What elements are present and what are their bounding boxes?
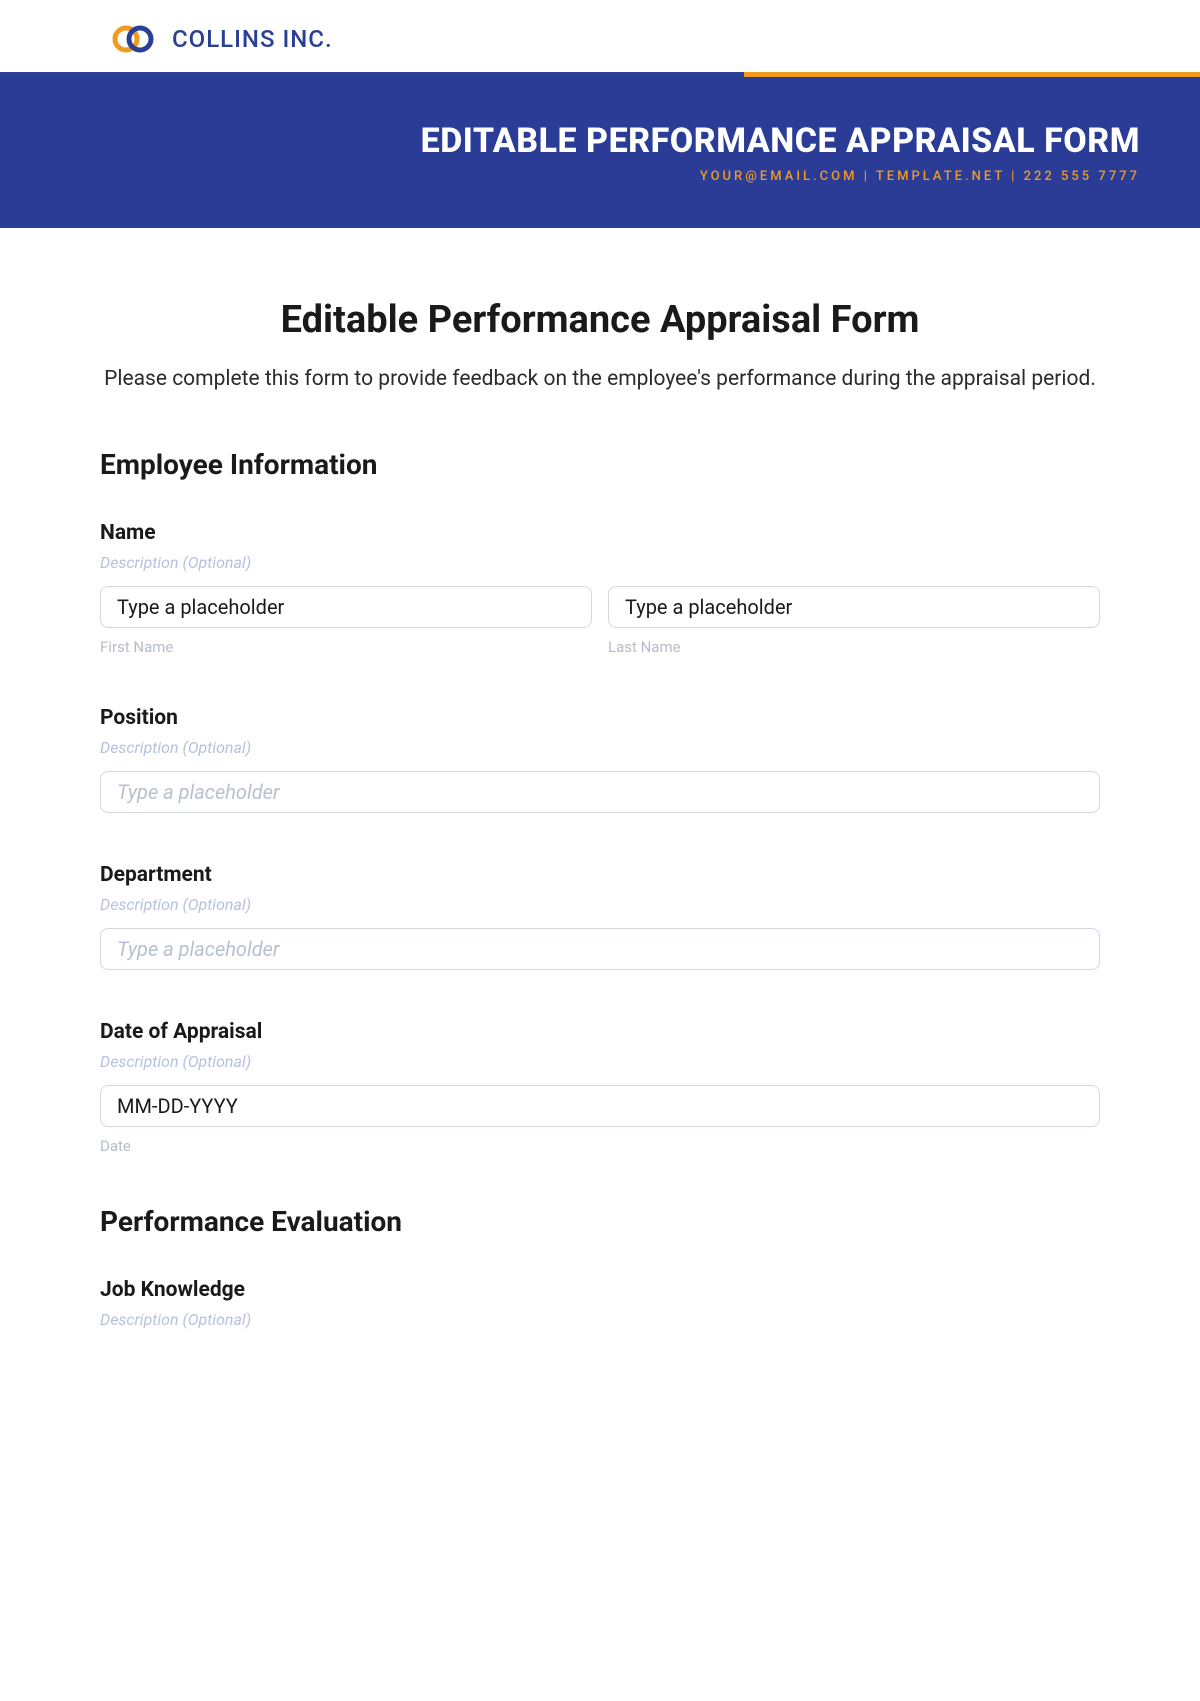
form-intro: Please complete this form to provide fee…	[100, 364, 1100, 396]
form-title: Editable Performance Appraisal Form	[100, 298, 1100, 342]
name-label: Name	[100, 521, 1100, 545]
job-knowledge-label: Job Knowledge	[100, 1278, 1100, 1302]
last-name-sublabel: Last Name	[608, 638, 1100, 656]
section-employee-info-heading: Employee Information	[100, 448, 1100, 481]
first-name-input[interactable]	[100, 586, 592, 628]
header-bar: COLLINS INC.	[0, 0, 1200, 72]
position-desc: Description (Optional)	[100, 738, 1100, 757]
position-label: Position	[100, 706, 1100, 730]
last-name-input[interactable]	[608, 586, 1100, 628]
date-label: Date of Appraisal	[100, 1020, 1100, 1044]
name-desc: Description (Optional)	[100, 553, 1100, 572]
first-name-sublabel: First Name	[100, 638, 592, 656]
department-input[interactable]	[100, 928, 1100, 970]
field-position: Position Description (Optional)	[100, 706, 1100, 813]
form-content: Editable Performance Appraisal Form Plea…	[0, 228, 1200, 1419]
position-input[interactable]	[100, 771, 1100, 813]
department-label: Department	[100, 863, 1100, 887]
company-name: COLLINS INC.	[172, 25, 333, 53]
date-input[interactable]	[100, 1085, 1100, 1127]
field-date: Date of Appraisal Description (Optional)…	[100, 1020, 1100, 1155]
date-sublabel: Date	[100, 1137, 1100, 1155]
banner: EDITABLE PERFORMANCE APPRAISAL FORM YOUR…	[0, 77, 1200, 228]
field-department: Department Description (Optional)	[100, 863, 1100, 970]
banner-subtitle: YOUR@EMAIL.COM | TEMPLATE.NET | 222 555 …	[60, 169, 1140, 184]
field-name: Name Description (Optional) First Name L…	[100, 521, 1100, 656]
date-desc: Description (Optional)	[100, 1052, 1100, 1071]
job-knowledge-desc: Description (Optional)	[100, 1310, 1100, 1329]
department-desc: Description (Optional)	[100, 895, 1100, 914]
banner-title: EDITABLE PERFORMANCE APPRAISAL FORM	[60, 121, 1140, 161]
field-job-knowledge: Job Knowledge Description (Optional)	[100, 1278, 1100, 1329]
company-logo-icon	[112, 24, 156, 54]
section-performance-heading: Performance Evaluation	[100, 1205, 1100, 1238]
